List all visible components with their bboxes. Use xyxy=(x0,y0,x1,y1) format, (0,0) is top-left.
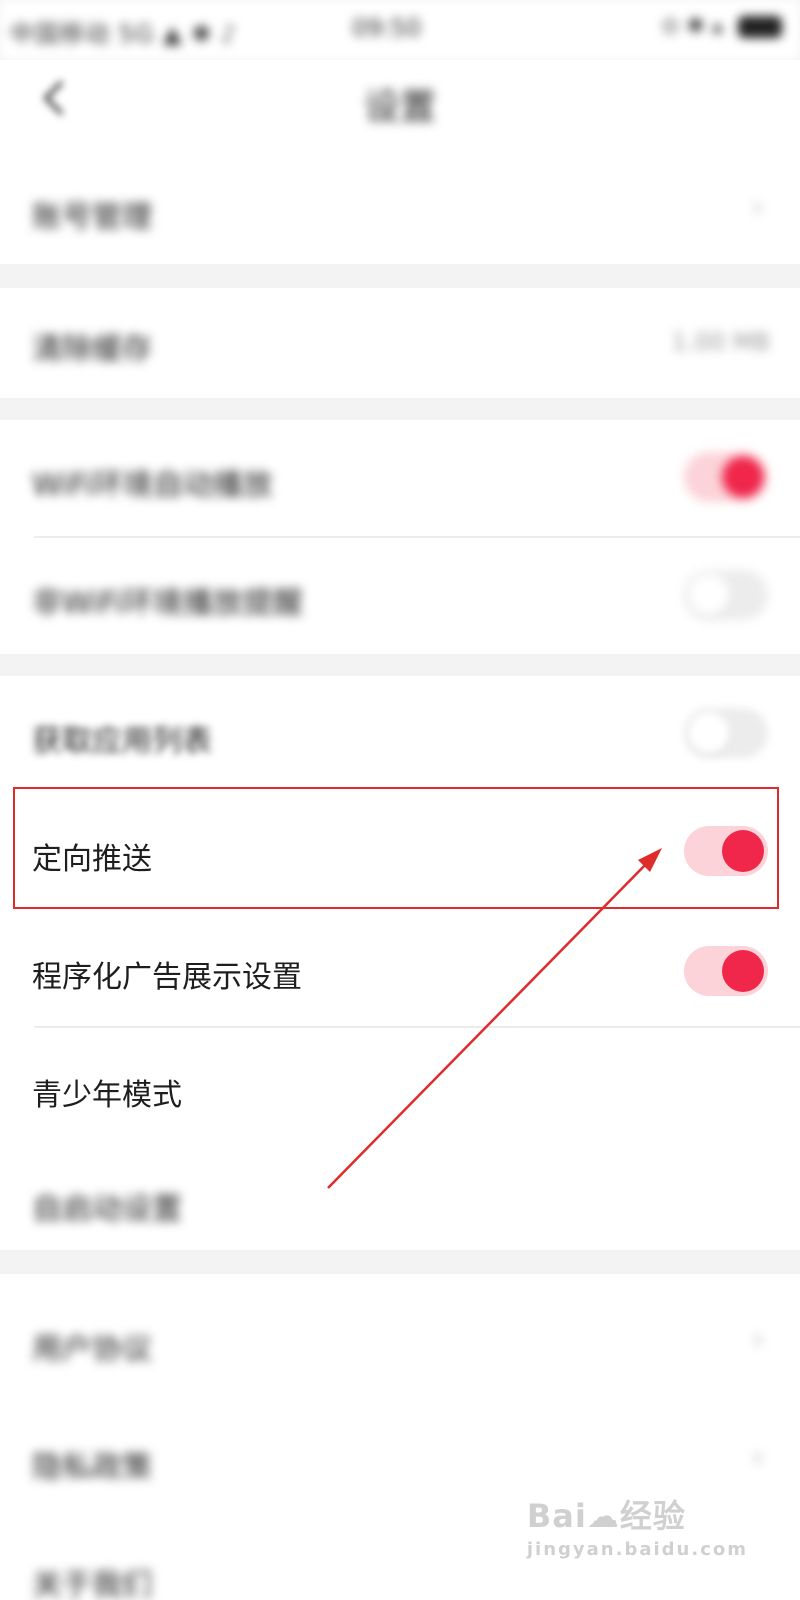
page-title: 设置 xyxy=(363,87,436,128)
row-label: 隐私政策 xyxy=(32,1450,152,1485)
chevron-right-icon: › xyxy=(752,190,764,225)
watermark: Bai☁经验 jingyan.baidu.com xyxy=(527,1491,748,1560)
status-time: 09:50 xyxy=(352,14,422,42)
chevron-right-icon: › xyxy=(752,1440,764,1475)
carrier-signal-text: 中国移动 5G ▲ ✱ ♪ xyxy=(10,20,238,48)
wifi-autoplay-toggle[interactable] xyxy=(684,452,768,502)
battery-icon xyxy=(738,16,782,38)
wifi-alarm-icons: ⊙ ✱ ▴ xyxy=(661,14,723,39)
row-label: 账号管理 xyxy=(32,200,152,235)
row-account[interactable]: 账号管理 › xyxy=(0,160,800,264)
row-wifi-autoplay[interactable]: WiFi环境自动播放 xyxy=(0,420,800,536)
settings-group-cache: 清除缓存 1.00 MB xyxy=(0,288,800,398)
row-label: 青少年模式 xyxy=(32,1078,182,1113)
row-auto-start[interactable]: 自启动设置 xyxy=(0,1144,800,1250)
row-label: 获取应用列表 xyxy=(32,724,212,759)
row-non-wifi-reminder[interactable]: 非WiFi环境播放提醒 xyxy=(0,538,800,654)
row-label: WiFi环境自动播放 xyxy=(32,468,273,503)
toggle-knob xyxy=(688,712,730,754)
row-user-agreement[interactable]: 用户协议 › xyxy=(0,1274,800,1394)
programmatic-ads-toggle[interactable] xyxy=(684,946,768,996)
row-programmatic-ads[interactable]: 程序化广告展示设置 xyxy=(0,910,800,1026)
chevron-right-icon: › xyxy=(752,1322,764,1357)
row-clear-cache[interactable]: 清除缓存 1.00 MB xyxy=(0,288,800,398)
highlight-box xyxy=(13,787,779,909)
watermark-logo: Bai☁经验 xyxy=(526,1497,686,1535)
toggle-knob xyxy=(722,456,764,498)
app-list-toggle[interactable] xyxy=(684,708,768,758)
status-bar: 中国移动 5G ▲ ✱ ♪ 09:50 ⊙ ✱ ▴ xyxy=(0,0,800,60)
cache-size-value: 1.00 MB xyxy=(671,328,770,356)
toggle-knob xyxy=(722,950,764,992)
watermark-url: jingyan.baidu.com xyxy=(526,1539,748,1560)
row-label: 清除缓存 xyxy=(32,332,152,367)
row-label: 非WiFi环境播放提醒 xyxy=(32,586,303,621)
status-icons: ⊙ ✱ ▴ xyxy=(661,14,782,39)
non-wifi-reminder-toggle[interactable] xyxy=(684,570,768,620)
toggle-knob xyxy=(688,574,730,616)
row-teen-mode[interactable]: 青少年模式 xyxy=(0,1028,800,1144)
settings-group-playback: WiFi环境自动播放 非WiFi环境播放提醒 xyxy=(0,420,800,654)
row-label: 程序化广告展示设置 xyxy=(32,960,302,995)
row-label: 自启动设置 xyxy=(32,1192,182,1227)
row-label: 关于我们 xyxy=(32,1568,152,1600)
settings-group-privacy: 获取应用列表 定向推送 程序化广告展示设置 青少年模式 自启动设置 xyxy=(0,676,800,1250)
row-app-list[interactable]: 获取应用列表 xyxy=(0,676,800,792)
row-label: 用户协议 xyxy=(32,1332,152,1367)
settings-group-account: 账号管理 › xyxy=(0,160,800,264)
